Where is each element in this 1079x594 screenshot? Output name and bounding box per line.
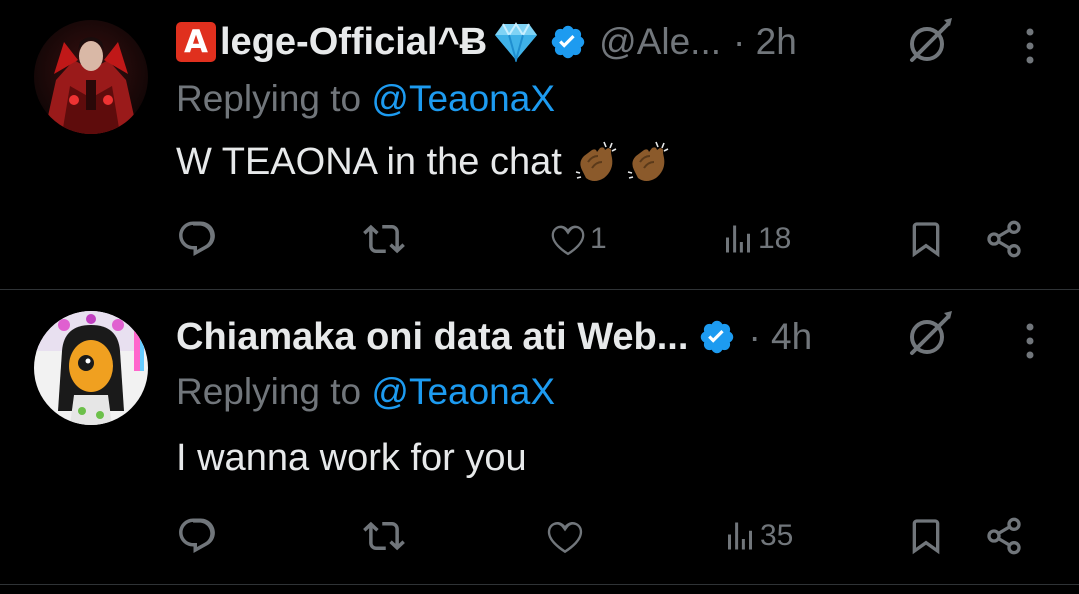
reply-icon <box>176 218 218 260</box>
reply-icon <box>176 515 218 557</box>
display-name[interactable]: lege-Official^Ƀ <box>220 21 487 64</box>
display-name[interactable]: Chiamaka oni data ati Web... <box>176 316 688 359</box>
share-button[interactable] <box>984 214 1024 264</box>
more-icon[interactable] <box>1025 26 1035 66</box>
views-icon <box>720 221 756 257</box>
avatar[interactable] <box>34 20 148 134</box>
reply-button[interactable] <box>176 511 218 561</box>
verified-icon[interactable] <box>549 23 587 61</box>
like-icon <box>544 515 586 557</box>
mention-link[interactable]: @TeaonaX <box>371 371 555 412</box>
grok-icon[interactable] <box>904 16 954 66</box>
share-icon <box>984 219 1024 259</box>
replying-to: Replying to @TeaonaX <box>176 78 555 120</box>
views-button[interactable]: 18 <box>720 214 791 264</box>
clapping-hands-icon <box>626 140 672 184</box>
more-icon[interactable] <box>1025 321 1035 361</box>
divider <box>0 289 1079 290</box>
replying-prefix: Replying to <box>176 78 372 119</box>
share-button[interactable] <box>984 511 1024 561</box>
repost-button[interactable] <box>362 214 406 264</box>
avatar-image <box>34 311 148 425</box>
replying-prefix: Replying to <box>176 371 372 412</box>
avatar[interactable] <box>34 311 148 425</box>
handle[interactable]: @Ale... <box>599 21 721 63</box>
repost-button[interactable] <box>362 511 406 561</box>
view-count: 18 <box>758 222 792 255</box>
reply-text-content: I wanna work for you <box>176 437 527 479</box>
like-button[interactable] <box>544 511 588 561</box>
reply-item-2[interactable]: Chiamaka oni data ati Web... · 4h Replyi… <box>0 291 1079 585</box>
bookmark-button[interactable] <box>906 214 946 264</box>
avatar-image <box>34 20 148 134</box>
reply-text: W TEAONA in the chat <box>176 140 672 184</box>
divider <box>0 584 1079 585</box>
like-count: 1 <box>590 222 607 255</box>
repost-icon <box>362 218 406 260</box>
like-button[interactable]: 1 <box>548 214 607 264</box>
views-button[interactable]: 35 <box>722 511 793 561</box>
timestamp[interactable]: · 2h <box>733 21 797 63</box>
mention-link[interactable]: @TeaonaX <box>371 78 555 119</box>
clapping-hands-icon <box>574 140 620 184</box>
bookmark-icon <box>906 218 946 260</box>
reply-text-content: W TEAONA in the chat <box>176 140 562 183</box>
reply-text: I wanna work for you <box>176 437 527 480</box>
diamond-icon <box>493 22 539 64</box>
view-count: 35 <box>760 519 794 552</box>
bookmark-button[interactable] <box>906 511 946 561</box>
action-bar: 1 18 <box>176 214 1039 264</box>
timestamp[interactable]: · 4h <box>748 316 812 358</box>
reply-button[interactable] <box>176 214 218 264</box>
views-icon <box>722 518 758 554</box>
like-icon <box>548 219 588 259</box>
letter-badge: A <box>176 22 216 62</box>
verified-icon[interactable] <box>698 318 736 356</box>
reply-item-1[interactable]: A lege-Official^Ƀ @Ale... · 2h Replying … <box>0 0 1079 290</box>
replying-to: Replying to @TeaonaX <box>176 371 555 413</box>
repost-icon <box>362 515 406 557</box>
bookmark-icon <box>906 515 946 557</box>
share-icon <box>984 516 1024 556</box>
grok-icon[interactable] <box>904 309 954 359</box>
action-bar: 35 <box>176 511 1039 561</box>
